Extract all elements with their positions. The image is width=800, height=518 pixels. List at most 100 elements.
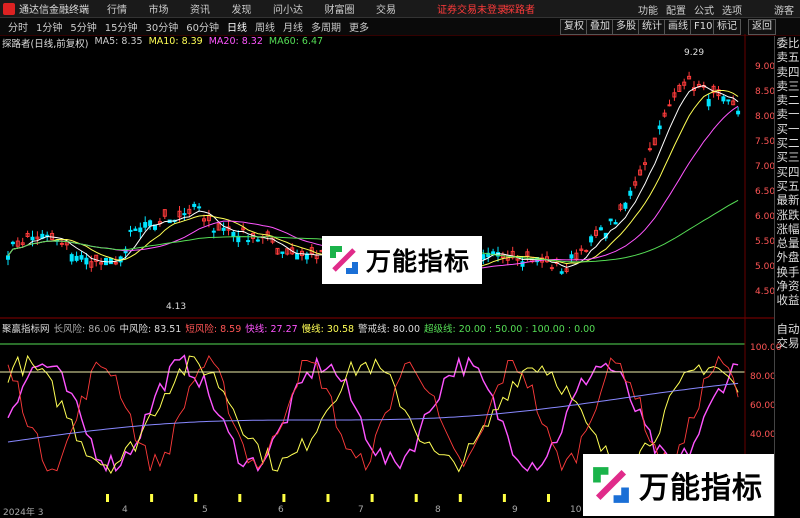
- quote-side-panel: 委比 卖五 卖四 卖三 卖二 卖一 买一 买二 买三 买四 买五 最新 涨跌 涨…: [774, 36, 800, 516]
- candle-body: [197, 206, 202, 209]
- menu-ask[interactable]: 问小达: [273, 5, 303, 16]
- panel-item[interactable]: 卖三: [775, 79, 800, 93]
- menu-wealth[interactable]: 财富圈: [325, 5, 355, 16]
- candle-body: [706, 98, 711, 107]
- signal-bar: [414, 494, 418, 502]
- tab-60min[interactable]: 60分钟: [182, 19, 223, 34]
- super-line-label: 超级线: 20.00 : 50.00 : 100.00 : 0.00: [424, 324, 596, 335]
- mid-risk-label: 中风险: 83.51: [119, 324, 182, 335]
- signal-bar: [282, 494, 286, 502]
- candle-body: [295, 253, 300, 260]
- btn-mark[interactable]: 标记: [713, 19, 741, 35]
- menu-config[interactable]: 配置: [666, 2, 686, 17]
- signal-bar: [370, 494, 374, 502]
- date-tick: 2024年 3: [3, 508, 44, 518]
- candle-body: [623, 202, 628, 209]
- panel-item[interactable]: 买二: [775, 136, 800, 150]
- price-tick: 5.50: [755, 237, 776, 247]
- watermark-text: 万能指标: [366, 247, 471, 276]
- tab-weekly[interactable]: 周线: [251, 19, 279, 34]
- candle-body: [133, 228, 138, 231]
- stock-name-notice: 探路者: [505, 5, 535, 16]
- date-tick: 9: [512, 505, 518, 515]
- panel-item[interactable]: 卖二: [775, 93, 800, 107]
- panel-item[interactable]: 卖四: [775, 65, 800, 79]
- candle-body: [280, 251, 285, 254]
- osc-tick: 80.00: [750, 372, 776, 382]
- tab-minute[interactable]: 分时: [4, 19, 32, 34]
- date-tick: 5: [202, 505, 208, 515]
- tab-15min[interactable]: 15分钟: [101, 19, 142, 34]
- panel-item[interactable]: 总量: [775, 236, 800, 250]
- panel-item[interactable]: 最新: [775, 193, 800, 207]
- app-name: 通达信金融终端: [19, 5, 89, 16]
- signal-bar: [502, 494, 506, 502]
- date-tick: 7: [358, 505, 364, 515]
- tab-multi[interactable]: 多周期: [307, 19, 345, 34]
- menu-options[interactable]: 选项: [722, 2, 742, 17]
- tab-1min[interactable]: 1分钟: [32, 19, 66, 34]
- osc-tick: 40.00: [750, 430, 776, 440]
- panel-item[interactable]: 涨幅: [775, 222, 800, 236]
- login-notice[interactable]: 证券交易未登录: [437, 1, 507, 16]
- alert-line-label: 警戒线: 80.00: [358, 324, 420, 335]
- candle-body: [657, 125, 662, 130]
- btn-draw[interactable]: 画线: [664, 19, 692, 35]
- indicator-title[interactable]: 聚赢指标网: [2, 321, 50, 335]
- price-tick: 6.00: [755, 212, 776, 222]
- signal-bar: [194, 494, 198, 502]
- menu-function[interactable]: 功能: [638, 2, 658, 17]
- panel-item[interactable]: 卖五: [775, 50, 800, 64]
- candle-body: [589, 236, 594, 243]
- signal-bar: [458, 494, 462, 502]
- tab-30min[interactable]: 30分钟: [141, 19, 182, 34]
- watermark-text: 万能指标: [639, 471, 763, 506]
- slow-line-label: 慢线: 30.58: [301, 324, 355, 335]
- panel-item[interactable]: 买一: [775, 122, 800, 136]
- panel-item[interactable]: 委比: [775, 36, 800, 50]
- panel-item[interactable]: 买五: [775, 179, 800, 193]
- panel-auto[interactable]: 自动: [775, 322, 800, 336]
- price-tick: 5.00: [755, 262, 776, 272]
- candle-body: [598, 227, 603, 231]
- panel-item[interactable]: 外盘: [775, 250, 800, 264]
- candle-body: [304, 253, 309, 260]
- btn-restore[interactable]: 复权: [560, 19, 588, 35]
- candle-body: [211, 230, 216, 233]
- menu-market[interactable]: 行情: [107, 5, 127, 16]
- tab-daily[interactable]: 日线: [223, 19, 251, 34]
- panel-item[interactable]: 卖一: [775, 107, 800, 121]
- btn-back[interactable]: 返回: [748, 19, 776, 35]
- tab-more[interactable]: 更多: [345, 19, 373, 34]
- panel-item[interactable]: 收益: [775, 293, 800, 307]
- candle-body: [221, 227, 226, 231]
- price-tick: 9.00: [755, 62, 776, 72]
- panel-item[interactable]: 换手: [775, 265, 800, 279]
- panel-item[interactable]: 买四: [775, 165, 800, 179]
- btn-overlay[interactable]: 叠加: [586, 19, 614, 35]
- short-risk-label: 短风险: 8.59: [185, 324, 242, 335]
- candle-body: [79, 255, 84, 260]
- btn-stats[interactable]: 统计: [638, 19, 666, 35]
- panel-item[interactable]: 买三: [775, 150, 800, 164]
- menu-formula[interactable]: 公式: [694, 2, 714, 17]
- user-label[interactable]: 游客: [774, 2, 794, 17]
- candle-body: [481, 254, 486, 260]
- candle-body: [559, 271, 564, 274]
- panel-trade[interactable]: 交易: [775, 336, 800, 350]
- menu-news[interactable]: 资讯: [190, 5, 210, 16]
- signal-bar: [106, 494, 109, 502]
- tab-5min[interactable]: 5分钟: [66, 19, 100, 34]
- btn-multi-stock[interactable]: 多股: [612, 19, 640, 35]
- app-logo-icon: [3, 2, 15, 15]
- menu-discover[interactable]: 发现: [232, 5, 252, 16]
- menu-trade[interactable]: 交易: [376, 5, 396, 16]
- panel-spacer: [775, 308, 800, 322]
- panel-item[interactable]: 净资: [775, 279, 800, 293]
- candle-body: [138, 227, 143, 233]
- panel-item[interactable]: 涨跌: [775, 208, 800, 222]
- price-tick: 6.50: [755, 187, 776, 197]
- menu-markets[interactable]: 市场: [149, 5, 169, 16]
- tab-monthly[interactable]: 月线: [279, 19, 307, 34]
- title-bar: 通达信金融终端 行情 市场 资讯 发现 问小达 财富圈 交易 证券交易未登录 探…: [0, 0, 800, 18]
